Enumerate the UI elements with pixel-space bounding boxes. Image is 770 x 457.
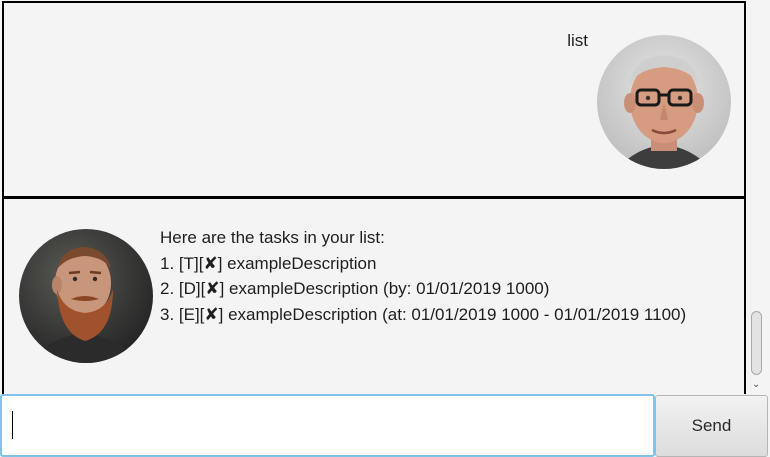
text-caret (12, 411, 13, 439)
send-button[interactable]: Send (655, 395, 768, 457)
bot-message-line: 1. [T][✘] exampleDescription (160, 253, 377, 273)
vertical-scrollbar[interactable]: ⌄ (748, 0, 766, 394)
window-right-edge (766, 0, 770, 394)
bot-message-line: 2. [D][✘] exampleDescription (by: 01/01/… (160, 279, 550, 298)
duke-chat-window: list Here are the tasks in your list: 1.… (0, 0, 770, 457)
user-avatar-icon (597, 35, 731, 169)
bot-message-line: 3. [E][✘] exampleDescription (at: 01/01/… (160, 304, 687, 324)
user-message-text: list (567, 31, 588, 50)
scroll-down-arrow-icon[interactable]: ⌄ (752, 380, 760, 390)
dialog-scroll-pane[interactable]: list Here are the tasks in your list: 1.… (0, 0, 748, 394)
user-dialog-box: list (2, 1, 746, 198)
bot-dialog-box: Here are the tasks in your list: 1. [T][✘… (2, 197, 746, 394)
scrollbar-thumb[interactable] (751, 311, 762, 375)
user-input-field[interactable] (0, 394, 655, 457)
bot-message-line: Here are the tasks in your list: (160, 228, 385, 247)
bot-message-text: Here are the tasks in your list: 1. [T][✘… (160, 225, 686, 327)
bot-avatar-icon (19, 229, 153, 363)
